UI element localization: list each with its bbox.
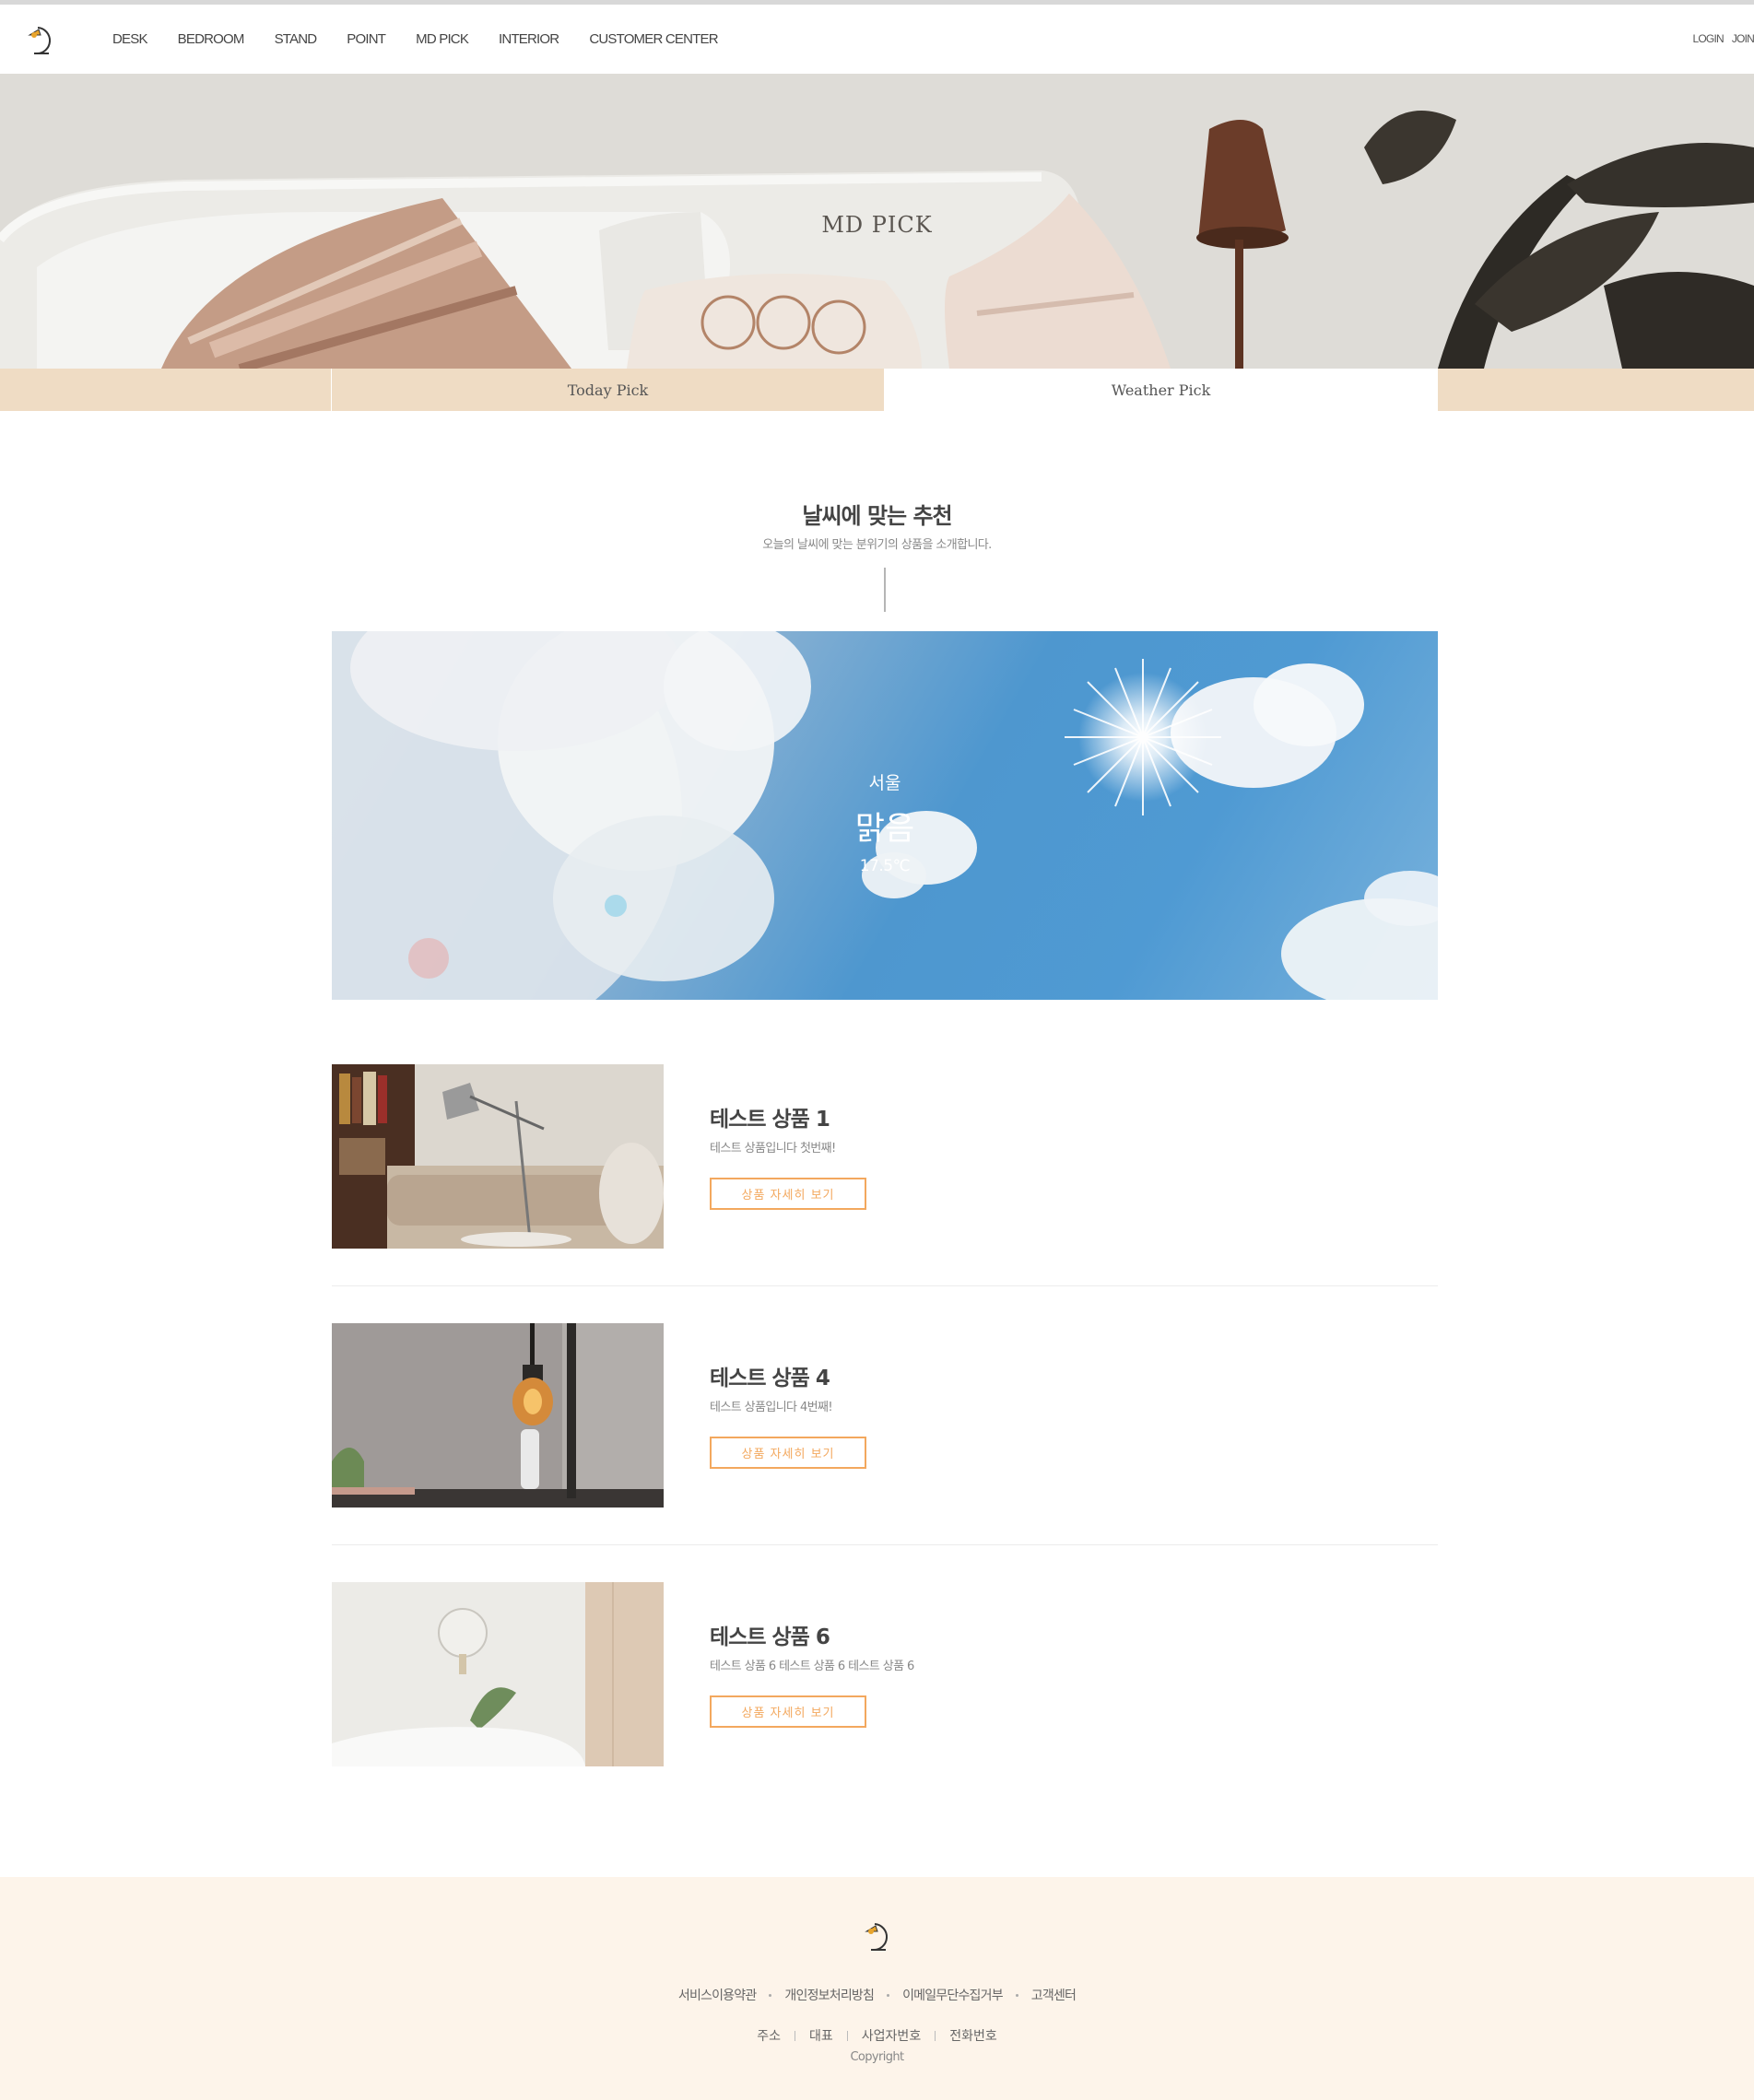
section-title: 날씨에 맞는 추천 — [802, 503, 952, 529]
product-item: 테스트 상품 1 테스트 상품입니다 첫번째! 상품 자세히 보기 — [332, 1064, 1438, 1249]
product-image[interactable] — [332, 1064, 664, 1249]
product-image[interactable] — [332, 1582, 664, 1766]
footer-info-business-number: 사업자번호 — [861, 2029, 922, 2044]
weather-city: 서울 — [868, 773, 901, 793]
product-detail-button[interactable]: 상품 자세히 보기 — [710, 1178, 866, 1210]
section-subtitle: 오늘의 날씨에 맞는 분위기의 상품을 소개합니다. — [762, 538, 992, 552]
product-name: 테스트 상품 4 — [710, 1367, 830, 1390]
product-detail-button[interactable]: 상품 자세히 보기 — [710, 1437, 866, 1469]
pick-tabs: Today Pick Weather Pick — [0, 369, 1754, 411]
desk-lamp-logo-icon[interactable] — [858, 1914, 904, 1960]
join-link[interactable]: JOIN — [1732, 32, 1754, 45]
footer-copyright: Copyright — [850, 2050, 904, 2064]
product-item: 테스트 상품 4 테스트 상품입니다 4번째! 상품 자세히 보기 — [332, 1323, 1438, 1508]
footer-info-address: 주소 — [757, 2029, 782, 2044]
nav-item-point[interactable]: POINT — [347, 31, 386, 47]
weather-temperature: 17.5℃ — [859, 857, 911, 875]
product-name: 테스트 상품 6 — [710, 1625, 830, 1649]
product-item: 테스트 상품 6 테스트 상품 6 테스트 상품 6 테스트 상품 6 상품 자… — [332, 1582, 1438, 1766]
product-image[interactable] — [332, 1323, 664, 1508]
footer-info-phone: 전화번호 — [949, 2029, 997, 2044]
footer-separator-dot — [1015, 1993, 1018, 1997]
nav-item-md-pick[interactable]: MD PICK — [416, 31, 469, 47]
product-description: 테스트 상품입니다 첫번째! — [710, 1142, 836, 1156]
nav-item-interior[interactable]: INTERIOR — [499, 31, 559, 47]
user-links: LOGIN JOIN — [1685, 5, 1754, 73]
product-divider — [332, 1285, 1438, 1286]
site-header: DESK BEDROOM STAND POINT MD PICK INTERIO… — [5, 5, 1754, 73]
footer-links: 서비스이용약관 개인정보처리방침 이메일무단수집거부 고객센터 — [0, 1986, 1754, 2004]
product-description: 테스트 상품 6 테스트 상품 6 테스트 상품 6 — [710, 1660, 914, 1673]
main-nav: DESK BEDROOM STAND POINT MD PICK INTERIO… — [112, 5, 748, 73]
nav-item-stand[interactable]: STAND — [275, 31, 318, 47]
desk-lamp-logo-icon[interactable] — [21, 18, 67, 64]
nav-item-desk[interactable]: DESK — [112, 31, 147, 47]
footer-info-ceo: 대표 — [809, 2029, 833, 2044]
nav-item-bedroom[interactable]: BEDROOM — [178, 31, 245, 47]
nav-item-customer-center[interactable]: CUSTOMER CENTER — [589, 31, 718, 47]
footer-separator-bar — [846, 2030, 848, 2041]
product-detail-button[interactable]: 상품 자세히 보기 — [710, 1695, 866, 1728]
footer-separator-dot — [769, 1993, 772, 1997]
login-link[interactable]: LOGIN — [1693, 32, 1725, 45]
footer-separator-bar — [935, 2030, 936, 2041]
product-description: 테스트 상품입니다 4번째! — [710, 1401, 833, 1414]
product-name: 테스트 상품 1 — [710, 1108, 830, 1132]
footer-link-privacy[interactable]: 개인정보처리방침 — [784, 1986, 874, 2004]
footer-link-terms[interactable]: 서비스이용약관 — [678, 1986, 757, 2004]
tab-today-pick[interactable]: Today Pick — [331, 369, 884, 411]
footer-link-email-policy[interactable]: 이메일무단수집거부 — [902, 1986, 1004, 2004]
section-divider-line — [884, 568, 886, 612]
footer-separator-dot — [887, 1993, 890, 1997]
tab-weather-pick[interactable]: Weather Pick — [884, 369, 1438, 411]
footer-link-customer-center[interactable]: 고객센터 — [1031, 1986, 1077, 2004]
footer-company-info: 주소 대표 사업자번호 전화번호 — [0, 2026, 1754, 2045]
site-footer: 서비스이용약관 개인정보처리방침 이메일무단수집거부 고객센터 주소 대표 사업… — [0, 1877, 1754, 2100]
hero-banner: MD PICK — [0, 74, 1754, 369]
hero-title: MD PICK — [821, 212, 933, 238]
product-divider — [332, 1544, 1438, 1545]
weather-condition: 맑음 — [854, 811, 915, 848]
weather-banner: 서울 맑음 17.5℃ — [332, 631, 1438, 1000]
